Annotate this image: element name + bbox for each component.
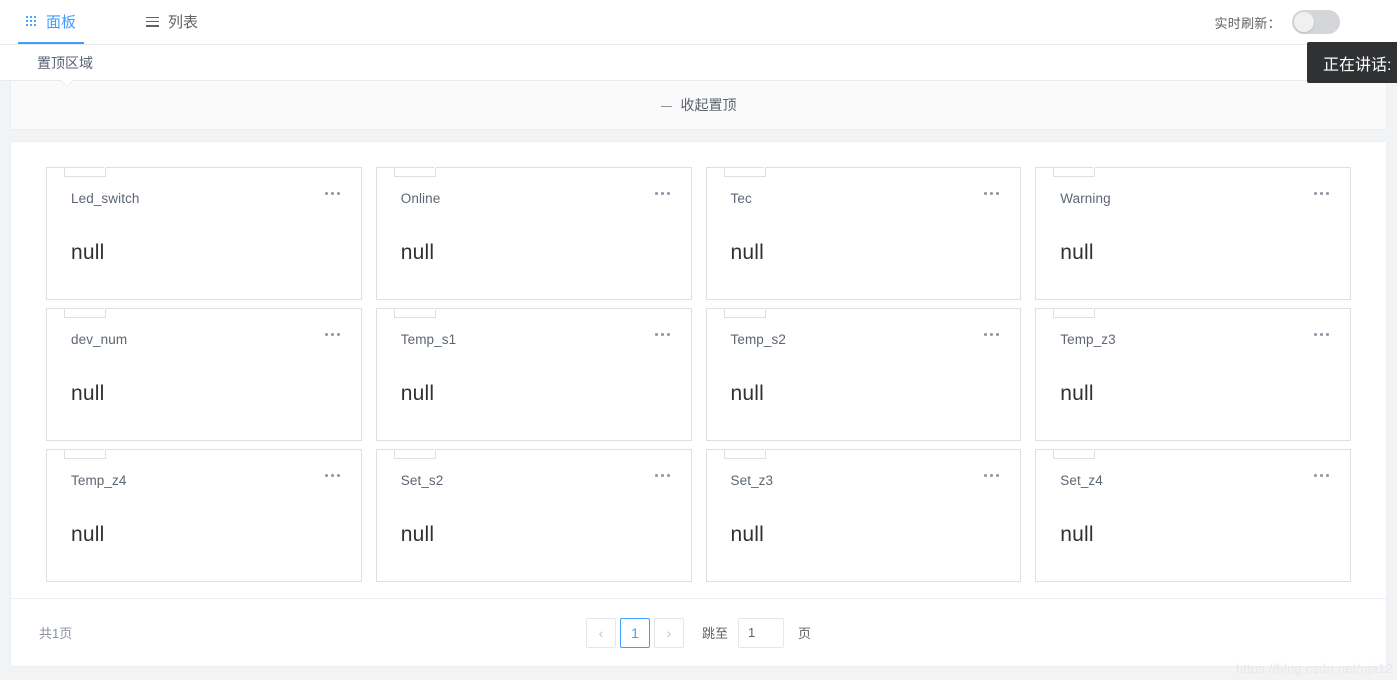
total-pages-text: 共1页 <box>39 626 73 641</box>
more-options-icon[interactable] <box>653 188 672 199</box>
pagination-controls: ‹ 1 › 跳至 页 <box>11 617 1386 648</box>
property-card-grid: Led_switchnull Online null Tec null Warning nu… <box>11 142 1386 582</box>
pagination-prev-button[interactable]: ‹ <box>585 617 616 648</box>
more-options-icon[interactable] <box>1312 470 1331 481</box>
property-card-header: dev_num <box>71 331 342 349</box>
property-card-title: Temp_s2 <box>730 332 786 347</box>
realtime-refresh-control: 实时刷新： <box>1214 10 1397 34</box>
toggle-knob <box>1294 12 1314 32</box>
pagination-bar: 共1页 ‹ 1 › 跳至 页 <box>11 598 1386 666</box>
property-card-value: null <box>400 241 435 264</box>
property-card[interactable]: dev_numnull <box>46 308 362 441</box>
more-options-icon[interactable] <box>982 470 1001 481</box>
property-card-header: Online <box>401 190 672 208</box>
tab-list-view[interactable]: 列表 <box>140 0 204 44</box>
property-card-title: Led_switch <box>71 191 140 206</box>
property-card[interactable]: Temp_s1null <box>375 308 692 441</box>
more-options-icon[interactable] <box>653 470 672 481</box>
property-card-value: null <box>400 382 435 405</box>
property-card-value: null <box>71 523 105 546</box>
property-card[interactable]: Tec null <box>705 167 1022 300</box>
property-card-header: Led_switch <box>71 190 342 208</box>
property-card-header: Warning <box>1060 190 1331 208</box>
collapse-pinned-button[interactable]: 收起置顶 <box>660 95 737 115</box>
tab-panel-view[interactable]: 面板 <box>17 0 85 44</box>
property-card-header: Tec <box>731 190 1002 208</box>
pinned-section-header: 置顶区域 <box>0 45 1397 86</box>
speaking-status-tooltip: 正在讲话: L <box>1307 42 1397 83</box>
property-card-title: Temp_s1 <box>400 332 457 347</box>
property-card-header: Temp_s1 <box>401 331 672 349</box>
more-options-icon[interactable] <box>982 329 1001 340</box>
property-card[interactable]: Set_s2null <box>375 449 692 582</box>
property-card-header: Temp_z4 <box>71 472 342 490</box>
property-card-title: Tec <box>730 191 752 206</box>
realtime-refresh-toggle[interactable] <box>1292 10 1340 34</box>
property-card-header: Set_z3 <box>731 472 1002 490</box>
property-card-title: Set_z4 <box>1060 473 1103 488</box>
pinned-caret-icon <box>61 80 73 86</box>
more-options-icon[interactable] <box>323 188 342 199</box>
tab-panel-view-label: 面板 <box>46 14 77 31</box>
property-card-value: null <box>730 241 764 264</box>
property-card-header: Temp_z3 <box>1060 331 1331 349</box>
jump-to-page-input[interactable] <box>738 617 784 648</box>
property-card[interactable]: Warning null <box>1035 167 1351 300</box>
property-card[interactable]: Led_switchnull <box>46 167 362 300</box>
more-options-icon[interactable] <box>982 188 1001 199</box>
more-options-icon[interactable] <box>653 329 672 340</box>
property-card-value: null <box>71 241 105 264</box>
property-card[interactable]: Temp_z3null <box>1035 308 1351 441</box>
pinned-section-title: 置顶区域 <box>37 54 93 71</box>
property-card-value: null <box>1060 382 1094 405</box>
tab-list-view-label: 列表 <box>168 14 199 31</box>
property-card-value: null <box>730 382 764 405</box>
property-card-header: Temp_s2 <box>731 331 1002 349</box>
property-card[interactable]: Temp_s2null <box>705 308 1022 441</box>
property-card-value: null <box>1060 523 1094 546</box>
property-card-title: Online <box>400 191 441 206</box>
view-mode-tabs: 面板 列表 <box>0 0 262 45</box>
property-card-value: null <box>1060 241 1094 264</box>
property-card[interactable]: Online null <box>375 167 692 300</box>
watermark: https://blog.csdn.net/nja12 <box>1235 661 1393 676</box>
more-options-icon[interactable] <box>1312 188 1331 199</box>
collapse-pinned-label: 收起置顶 <box>680 97 737 113</box>
pinned-collapse-strip: 收起置顶 <box>10 81 1387 130</box>
property-card-title: Warning <box>1060 191 1111 206</box>
more-options-icon[interactable] <box>323 470 342 481</box>
device-properties-panel: Led_switchnull Online null Tec null Warning nu… <box>10 141 1387 667</box>
property-card[interactable]: Temp_z4null <box>46 449 362 582</box>
property-card[interactable]: Set_z3null <box>705 449 1022 582</box>
jump-to-unit-label: 页 <box>798 626 812 641</box>
more-options-icon[interactable] <box>1312 329 1331 340</box>
property-card-header: Set_s2 <box>401 472 672 490</box>
pagination-page-1[interactable]: 1 <box>619 617 650 648</box>
grid-icon <box>26 16 37 27</box>
jump-to-label: 跳至 <box>701 626 728 641</box>
top-toolbar: 面板 列表 实时刷新： <box>0 0 1397 45</box>
property-card-title: Temp_z3 <box>1060 332 1116 347</box>
pagination-next-button[interactable]: › <box>653 617 684 648</box>
property-card-title: Set_s2 <box>400 473 444 488</box>
list-icon <box>146 16 160 27</box>
property-card-title: Set_z3 <box>730 473 774 488</box>
property-card-title: dev_num <box>71 332 128 347</box>
property-card-title: Temp_z4 <box>71 473 127 488</box>
property-card-value: null <box>71 382 105 405</box>
minus-icon <box>660 105 672 107</box>
property-card-header: Set_z4 <box>1060 472 1331 490</box>
more-options-icon[interactable] <box>323 329 342 340</box>
property-card-value: null <box>730 523 764 546</box>
property-card-value: null <box>400 523 435 546</box>
property-card[interactable]: Set_z4null <box>1035 449 1351 582</box>
realtime-refresh-label: 实时刷新： <box>1214 15 1281 31</box>
